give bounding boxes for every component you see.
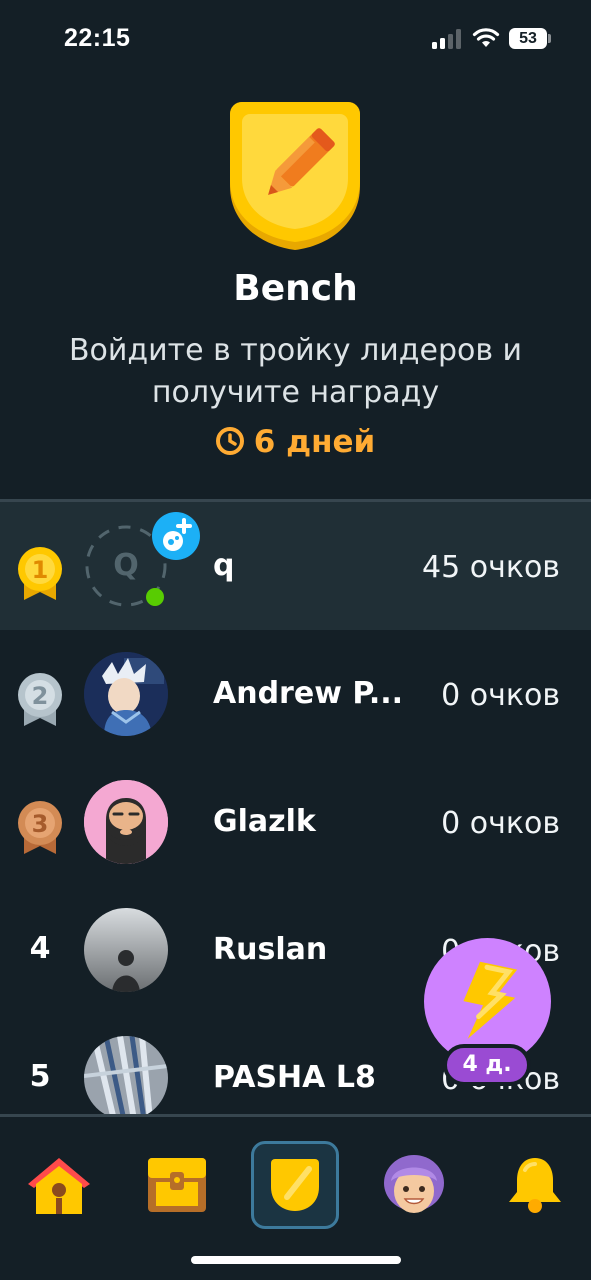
- chest-icon: [148, 1158, 206, 1212]
- nav-chest[interactable]: [133, 1141, 221, 1229]
- league-badge-pencil-icon: [230, 102, 360, 250]
- battery-indicator: 53: [509, 28, 547, 49]
- clock-icon: [215, 427, 244, 455]
- home-indicator[interactable]: [191, 1256, 401, 1264]
- wifi-icon: [472, 28, 500, 47]
- nav-leagues[interactable]: [251, 1141, 339, 1229]
- leaderboard-row-1[interactable]: 1 Q q 45 очков: [0, 502, 591, 630]
- boost-potion-icon: [152, 512, 200, 560]
- avatar[interactable]: [84, 908, 168, 992]
- nav-notifications[interactable]: [491, 1141, 579, 1229]
- user-name: PASHA L8: [213, 1060, 376, 1095]
- boost-days-label: 4 д.: [443, 1044, 531, 1086]
- league-shield-icon: [271, 1159, 319, 1211]
- leaderboard-row-3[interactable]: 3 Glazlk 0 очков: [0, 758, 591, 886]
- user-name: Glazlk: [213, 804, 316, 839]
- avatar-image: [84, 652, 168, 736]
- leaderboard-row-2[interactable]: 2 Andrew P... 0 очков: [0, 630, 591, 758]
- bell-icon: [509, 1158, 561, 1213]
- user-points: 45 очков: [422, 550, 560, 585]
- league-title: Bench: [233, 268, 358, 309]
- league-subtitle-line1: Войдите в тройку лидеров и: [68, 333, 523, 368]
- online-status-dot: [146, 588, 164, 606]
- svg-text:2: 2: [32, 682, 49, 710]
- status-time: 22:15: [64, 24, 131, 52]
- avatar[interactable]: [84, 780, 168, 864]
- status-bar: 22:15 53: [0, 0, 591, 80]
- avatar[interactable]: [84, 652, 168, 736]
- svg-text:3: 3: [32, 810, 49, 838]
- user-points: 0 очков: [441, 678, 560, 713]
- user-name: Andrew P...: [213, 676, 404, 711]
- avatar[interactable]: [84, 1036, 168, 1120]
- svg-text:1: 1: [32, 556, 49, 584]
- profile-avatar-icon: [384, 1155, 444, 1213]
- nav-profile[interactable]: [370, 1141, 458, 1229]
- timer-text: 6 дней: [253, 424, 376, 460]
- avatar-image: [84, 1036, 168, 1120]
- rank-number: 5: [29, 1059, 51, 1094]
- nav-home[interactable]: [15, 1141, 103, 1229]
- gold-medal-icon: 1: [18, 547, 62, 600]
- user-name: Ruslan: [213, 932, 328, 967]
- silver-medal-icon: 2: [18, 673, 62, 726]
- signal-icon: [432, 29, 461, 49]
- league-subtitle: Войдите в тройку лидеров и получите нагр…: [20, 330, 571, 414]
- league-subtitle-line2: получите награду: [151, 375, 440, 410]
- bronze-medal-icon: 3: [18, 801, 62, 854]
- rank-number: 4: [29, 931, 51, 966]
- user-points: 0 очков: [441, 806, 560, 841]
- league-timer: 6 дней: [0, 424, 591, 460]
- home-icon: [28, 1158, 90, 1214]
- user-name: q: [213, 548, 235, 583]
- avatar-image: [84, 908, 168, 992]
- battery-tip: [548, 34, 551, 43]
- avatar-image: [84, 780, 168, 864]
